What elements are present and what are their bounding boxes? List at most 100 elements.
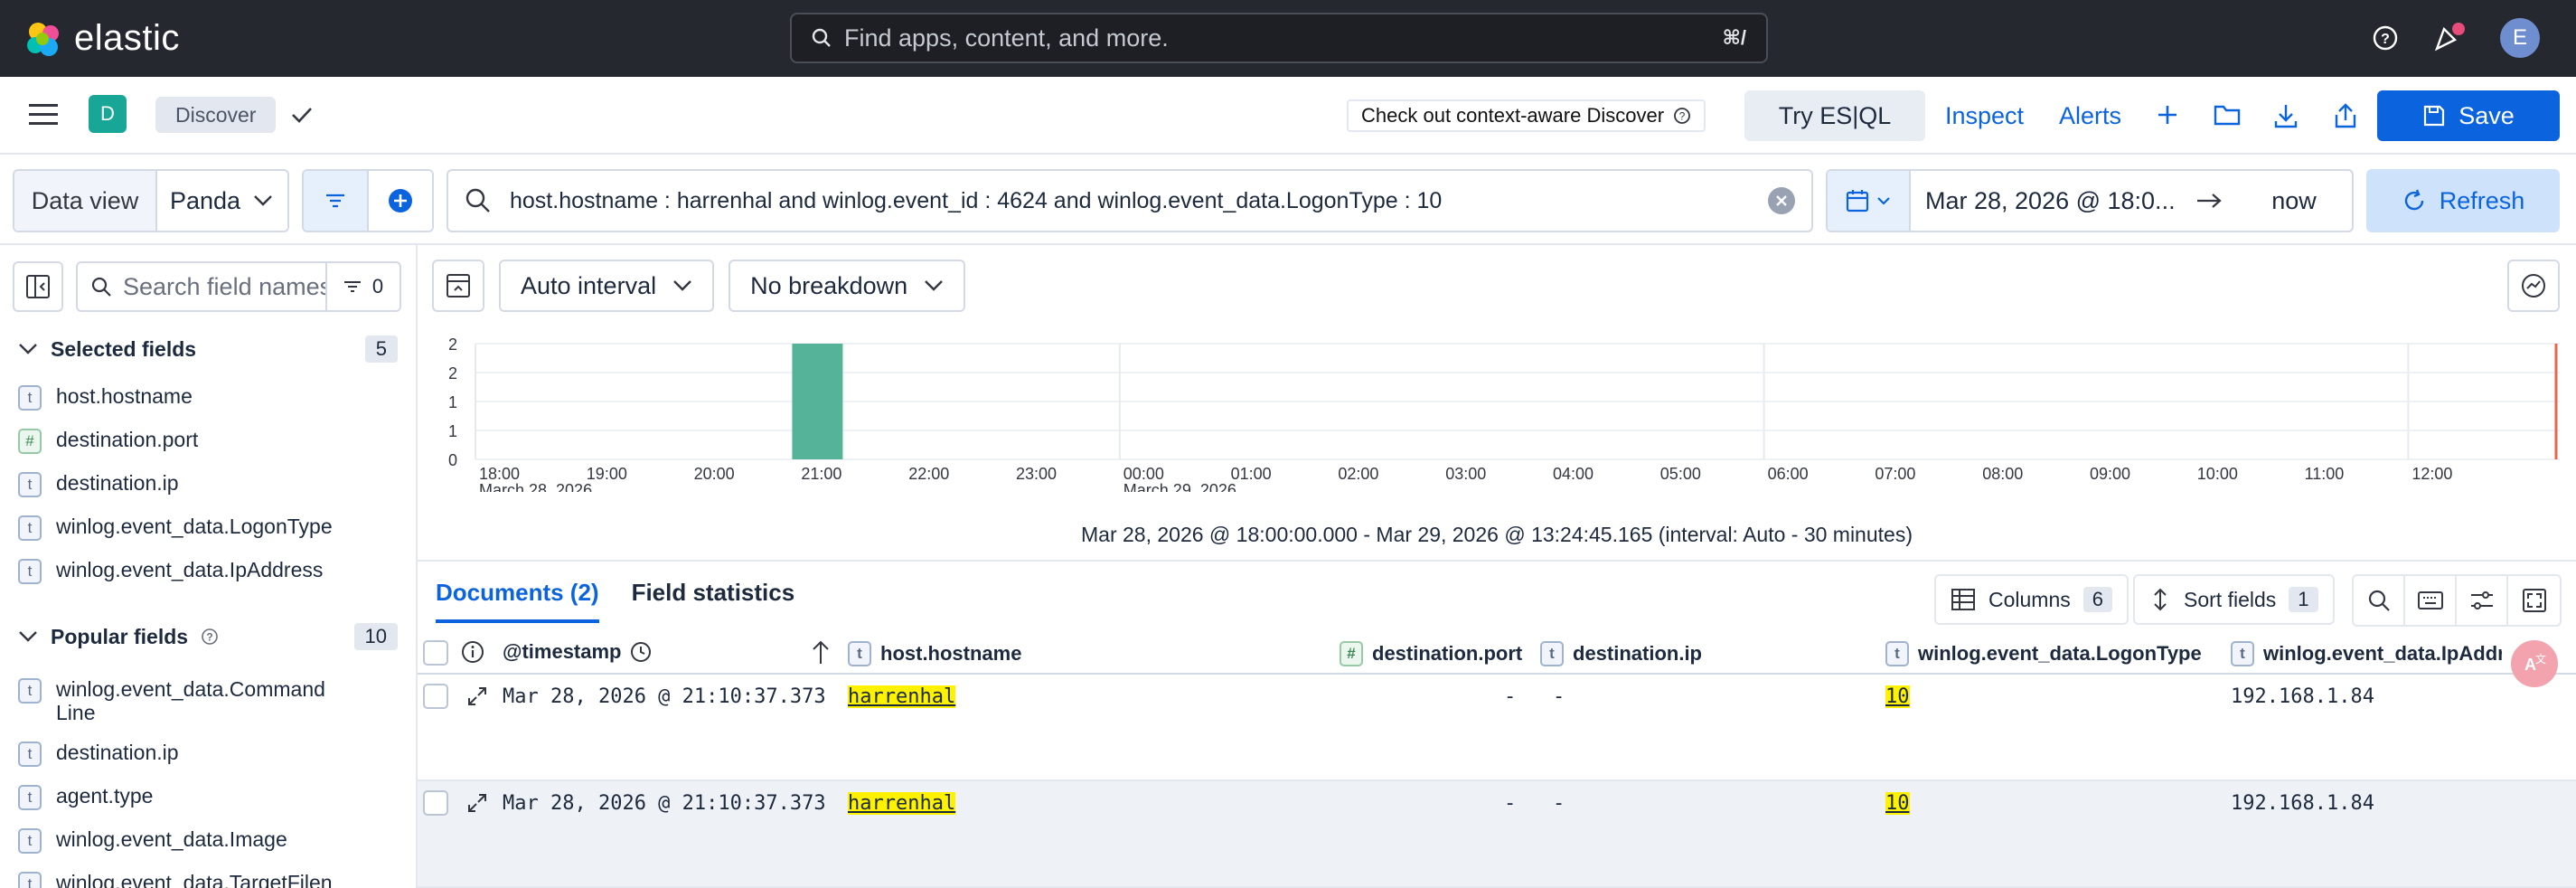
field-search-input[interactable]: Search field names 0 bbox=[76, 261, 401, 312]
sort-icon bbox=[2154, 588, 2167, 611]
chevron-down-icon bbox=[1877, 197, 1890, 205]
expand-row-button[interactable] bbox=[466, 792, 488, 819]
breadcrumb-discover[interactable]: Discover bbox=[155, 97, 277, 133]
field-name: winlog.event_data.IpAddress bbox=[56, 558, 324, 581]
filter-menu-button[interactable] bbox=[304, 171, 367, 231]
alerts-link[interactable]: Alerts bbox=[2059, 102, 2121, 130]
field-item[interactable]: t agent.type bbox=[18, 784, 398, 810]
cell-ip-address: 192.168.1.84 bbox=[2231, 792, 2374, 815]
open-folder-icon[interactable] bbox=[2213, 102, 2242, 128]
context-aware-callout[interactable]: Check out context-aware Discover ? bbox=[1347, 99, 1706, 132]
inspect-link[interactable]: Inspect bbox=[1945, 102, 2024, 130]
add-filter-button[interactable] bbox=[367, 171, 432, 231]
y-tick-label: 1 bbox=[448, 393, 457, 411]
clear-query-button[interactable] bbox=[1768, 187, 1795, 214]
collapse-sidebar-button[interactable] bbox=[13, 261, 63, 312]
x-tick-label: 22:00 bbox=[908, 465, 949, 483]
column-header-timestamp[interactable]: @timestamp bbox=[503, 640, 652, 664]
display-settings-button[interactable] bbox=[2457, 576, 2508, 625]
query-bar: Data view Panda host.hostname : harrenha… bbox=[0, 155, 2576, 245]
y-tick-label: 1 bbox=[448, 422, 457, 440]
breakdown-label: No breakdown bbox=[750, 271, 908, 299]
try-esql-button[interactable]: Try ES|QL bbox=[1744, 90, 1925, 141]
calendar-icon bbox=[1846, 190, 1869, 213]
elastic-logo[interactable]: elastic bbox=[24, 18, 180, 59]
sort-fields-count: 1 bbox=[2289, 587, 2318, 612]
selected-fields-count: 5 bbox=[364, 335, 398, 363]
select-all-checkbox[interactable] bbox=[423, 640, 448, 666]
selected-fields-header[interactable]: Selected fields 5 bbox=[18, 335, 398, 363]
kql-query-input[interactable]: host.hostname : harrenhal and winlog.eve… bbox=[447, 169, 1813, 232]
popular-fields-count: 10 bbox=[353, 623, 398, 650]
columns-button[interactable]: Columns 6 bbox=[1934, 574, 2129, 625]
space-avatar[interactable]: D bbox=[89, 95, 127, 133]
global-header: elastic Find apps, content, and more. ⌘/… bbox=[0, 0, 2576, 77]
field-type-filter-button[interactable]: 0 bbox=[325, 263, 400, 310]
column-header-ip-address[interactable]: t winlog.event_data.IpAddress bbox=[2231, 640, 2502, 666]
data-view-label: Data view bbox=[14, 171, 157, 231]
column-header-destination-port[interactable]: # destination.port bbox=[1340, 640, 1522, 666]
field-item[interactable]: t winlog.event_data.LogonType bbox=[18, 515, 398, 541]
plus-icon[interactable] bbox=[2155, 102, 2180, 128]
sort-fields-button[interactable]: Sort fields 1 bbox=[2133, 574, 2335, 625]
toggle-chart-button[interactable] bbox=[432, 260, 484, 312]
cell-destination-port: - bbox=[1504, 685, 1517, 708]
fullscreen-button[interactable] bbox=[2508, 576, 2560, 625]
field-item[interactable]: t winlog.event_data.Image bbox=[18, 827, 398, 854]
interval-select[interactable]: Auto interval bbox=[499, 260, 715, 312]
data-grid-header: @timestamp t host.hostname # destination.p… bbox=[418, 633, 2576, 675]
translate-floating-button[interactable]: A文 bbox=[2511, 640, 2558, 687]
quick-date-menu-button[interactable] bbox=[1828, 171, 1911, 231]
news-feed-icon[interactable] bbox=[2431, 22, 2468, 54]
grid-toolbar: Columns 6 bbox=[1934, 574, 2129, 625]
expand-row-button[interactable] bbox=[466, 685, 488, 713]
x-tick-label: 01:00 bbox=[1231, 465, 1272, 483]
table-row[interactable]: Mar 28, 2026 @ 21:10:37.373 harrenhal - … bbox=[418, 675, 2576, 781]
x-subtick-label: March 29, 2026 bbox=[1123, 481, 1236, 492]
global-search[interactable]: Find apps, content, and more. ⌘/ bbox=[790, 13, 1768, 63]
help-icon[interactable]: ? bbox=[2372, 24, 2399, 52]
keyboard-shortcuts-button[interactable] bbox=[2405, 576, 2457, 625]
column-header-logon-type[interactable]: t winlog.event_data.LogonType bbox=[1885, 640, 2202, 666]
date-start[interactable]: Mar 28, 2026 @ 18:0... bbox=[1911, 171, 2182, 231]
popular-fields-header[interactable]: Popular fields ? 10 bbox=[18, 623, 398, 650]
row-checkbox[interactable] bbox=[423, 790, 448, 816]
sort-ascending-icon[interactable] bbox=[810, 638, 832, 666]
save-button[interactable]: Save bbox=[2377, 90, 2560, 141]
hamburger-menu-icon[interactable] bbox=[29, 102, 58, 128]
refresh-button[interactable]: Refresh bbox=[2366, 169, 2560, 232]
grid-search-button[interactable] bbox=[2354, 576, 2405, 625]
table-row[interactable]: Mar 28, 2026 @ 21:10:37.373 harrenhal - … bbox=[418, 781, 2576, 888]
x-tick-label: 08:00 bbox=[1982, 465, 2023, 483]
row-checkbox[interactable] bbox=[423, 684, 448, 709]
user-avatar[interactable]: E bbox=[2500, 18, 2540, 58]
controls-icon bbox=[2470, 591, 2493, 609]
refresh-icon bbox=[2404, 189, 2423, 211]
histogram-chart: 2 2 1 1 0 18:00 19:00 20:00 21:00 22:00 23:00 00:00… bbox=[448, 335, 2560, 492]
field-item[interactable]: t destination.ip bbox=[18, 471, 398, 497]
share-icon[interactable] bbox=[2332, 102, 2359, 129]
string-type-icon: t bbox=[18, 785, 42, 810]
tab-documents[interactable]: Documents (2) bbox=[436, 579, 599, 623]
field-item[interactable]: t winlog.event_data.Command Line bbox=[18, 677, 398, 724]
cell-ip-address: 192.168.1.84 bbox=[2231, 685, 2374, 708]
breakdown-select[interactable]: No breakdown bbox=[729, 260, 966, 312]
field-item[interactable]: # destination.port bbox=[18, 428, 398, 454]
column-name: @timestamp bbox=[503, 640, 622, 663]
field-item[interactable]: t winlog.event_data.IpAddress bbox=[18, 558, 398, 584]
field-item[interactable]: t winlog.event_data.TargetFilen bbox=[18, 871, 398, 888]
arrow-right-icon bbox=[2197, 194, 2222, 208]
tab-field-statistics[interactable]: Field statistics bbox=[632, 579, 795, 623]
download-icon[interactable] bbox=[2272, 102, 2299, 129]
svg-text:文: 文 bbox=[2535, 652, 2546, 666]
data-view-picker[interactable]: Data view Panda bbox=[13, 169, 289, 232]
arrow-up-icon bbox=[813, 640, 829, 664]
field-item[interactable]: t destination.ip bbox=[18, 741, 398, 767]
column-header-host-hostname[interactable]: t host.hostname bbox=[848, 640, 1021, 666]
chart-options-button[interactable] bbox=[2507, 260, 2560, 312]
field-item[interactable]: t host.hostname bbox=[18, 384, 398, 411]
date-picker: Mar 28, 2026 @ 18:0... now bbox=[1826, 169, 2354, 232]
column-header-destination-ip[interactable]: t destination.ip bbox=[1540, 640, 1702, 666]
elastic-logo-icon bbox=[27, 22, 59, 56]
date-end[interactable]: now bbox=[2236, 171, 2352, 231]
